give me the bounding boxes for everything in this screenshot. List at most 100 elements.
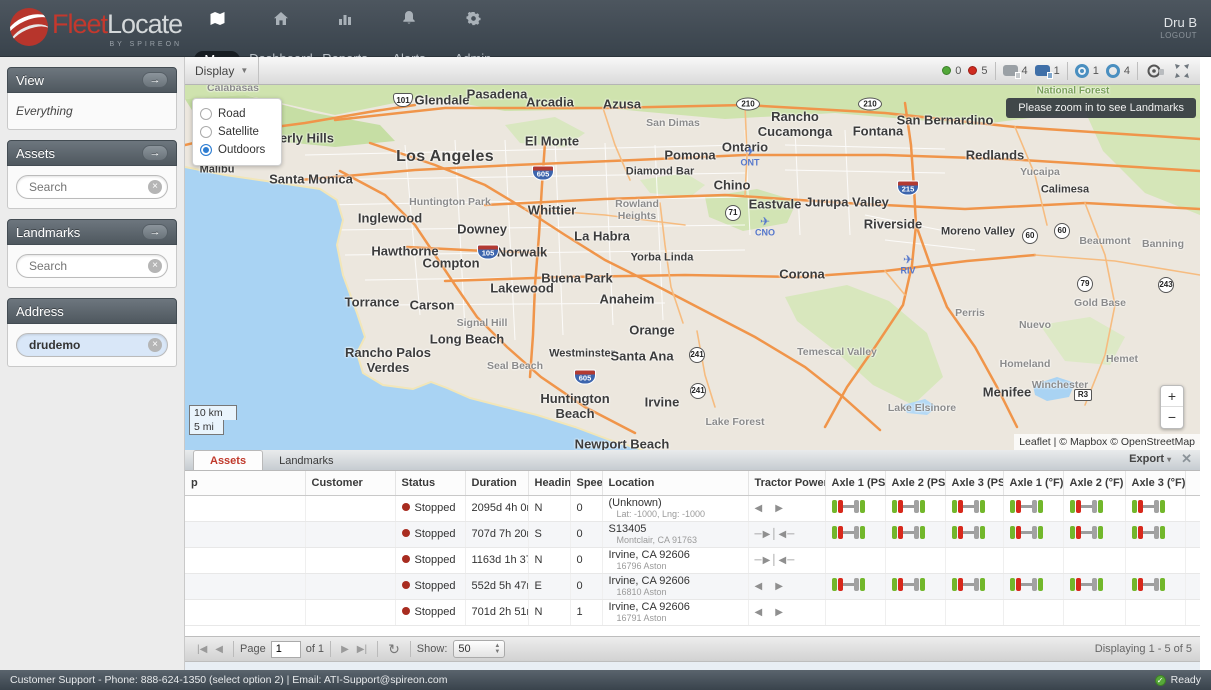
ready-label: Ready [1171,674,1201,686]
tractor-power-icon: ◀ ▶ [755,503,784,514]
page-size-select[interactable]: 50 ▲▼ [453,640,505,658]
counter-outline-ring[interactable]: 4 [1106,64,1130,78]
map-toolbar: Display▼ 054114 [185,57,1200,85]
column-header[interactable]: Customer [305,471,395,495]
view-section-title: View [16,73,44,88]
status-dot-icon [402,555,410,563]
last-page-button[interactable]: ▶| [353,644,371,655]
landmarks-expand-button[interactable]: → [142,224,168,240]
axle-status-icon [1070,578,1103,591]
refresh-icon[interactable]: ↻ [384,641,404,658]
grid-header-row: pCustomerStatusDurationHeadingSpeedLocat… [185,471,1200,495]
assets-section: Assets → × [7,140,177,209]
view-selected-value[interactable]: Everything [16,104,73,118]
route-shield: 243 [1158,277,1174,293]
zoom-out-button[interactable]: − [1161,407,1183,428]
tab-landmarks[interactable]: Landmarks [263,451,349,470]
column-header[interactable]: Axle 1 (PSI) [825,471,885,495]
spinner-arrows-icon: ▲▼ [494,643,500,655]
logout-link[interactable]: LOGOUT [1160,31,1197,41]
asset-row[interactable]: Stopped701d 2h 51mN1Irvine, CA 926061679… [185,599,1200,625]
collapse-grid-icon[interactable]: ✕ [1181,451,1192,467]
axle-status-icon [1132,578,1165,591]
assets-section-title: Assets [16,146,55,161]
column-header[interactable]: Status [395,471,465,495]
column-header[interactable] [1185,471,1200,495]
column-header[interactable]: Duration [465,471,528,495]
map-canvas[interactable]: CalabasasGlendalePasadenaArcadiaAzusaSan… [185,85,1200,450]
grid-pager: |◀ ◀ Page of 1 ▶ ▶| ↻ Show: 50 ▲▼ Displa… [185,636,1200,662]
scale-km: 10 km [189,405,237,420]
fleetlocate-logo[interactable]: FleetLocate BY SPIREON [10,8,185,48]
tractor-power-icon: ◀ ▶ [755,607,784,618]
scale-mi: 5 mi [189,420,224,435]
asset-row[interactable]: Stopped2095d 4h 0mN0(Unknown)Lat: -1000,… [185,495,1200,521]
expand-map-icon[interactable] [1172,61,1192,81]
landmarks-search-clear-icon[interactable]: × [148,259,162,273]
layer-option-outdoors[interactable]: Outdoors [200,141,274,159]
axle-status-icon [832,500,865,513]
column-header[interactable]: Heading [528,471,570,495]
axle-status-icon [1132,526,1165,539]
counter-green-dot[interactable]: 0 [942,65,961,77]
page-number-input[interactable] [271,641,301,658]
column-header[interactable]: Axle 2 (PSI) [885,471,945,495]
brand-fleet: Fleet [52,9,107,39]
asset-row[interactable]: Stopped552d 5h 47mE0Irvine, CA 926061681… [185,573,1200,599]
prev-page-button[interactable]: ◀ [211,644,227,655]
column-header[interactable]: p [185,471,305,495]
route-shield: 210 [736,98,760,111]
address-section: Address × [7,298,177,367]
tab-assets[interactable]: Assets [193,450,263,470]
column-header[interactable]: Tractor Power [748,471,825,495]
ready-status: ✓ Ready [1155,674,1201,686]
target-tool-icon[interactable] [1145,61,1165,81]
next-page-button[interactable]: ▶ [337,644,353,655]
bottom-strip [185,662,1200,670]
display-menu-button[interactable]: Display▼ [185,57,259,84]
main-panel: Display▼ 054114 [185,57,1200,670]
counter-blue-bubble[interactable]: 1 [1035,65,1060,77]
column-header[interactable]: Location [602,471,748,495]
zoom-in-button[interactable]: + [1161,386,1183,407]
address-input[interactable] [16,333,168,357]
layer-option-satellite[interactable]: Satellite [200,123,274,141]
column-header[interactable]: Axle 1 (°F) [1003,471,1063,495]
view-expand-button[interactable]: → [142,72,168,88]
axle-status-icon [1010,526,1043,539]
export-button[interactable]: Export ▾ [1129,453,1171,465]
column-header[interactable]: Speed [570,471,602,495]
fleetlocate-app: FleetLocate BY SPIREON MapDashboardRepor… [0,0,1211,690]
column-header[interactable]: Axle 2 (°F) [1063,471,1125,495]
assets-expand-button[interactable]: → [142,145,168,161]
counter-red-dot[interactable]: 5 [968,65,987,77]
layer-option-road[interactable]: Road [200,105,274,123]
grid-tab-bar: Assets Landmarks Export ▾ ✕ [185,450,1200,471]
tractor-power-icon: ◀ ▶ [755,581,784,592]
map-scale: 10 km 5 mi [189,405,237,435]
axle-status-icon [1070,500,1103,513]
map-attribution[interactable]: Leaflet | © Mapbox © OpenStreetMap [1014,434,1200,450]
brand-tagline: BY SPIREON [52,41,182,48]
asset-row[interactable]: Stopped707d 7h 20mS0S13405Montclair, CA … [185,521,1200,547]
axle-status-icon [952,578,985,591]
counter-filled-ring[interactable]: 1 [1075,64,1099,78]
radio-icon [200,108,212,120]
tractor-power-icon: ─▶│◀─ [755,529,796,540]
tractor-power-icon: ─▶│◀─ [755,555,796,566]
axle-status-icon [892,578,925,591]
left-sidebar: View → Everything Assets → × Landmarks →… [0,57,185,670]
asset-row[interactable]: Stopped1163d 1h 37mN0Irvine, CA 92606167… [185,547,1200,573]
map-layer-panel: RoadSatelliteOutdoors [192,98,282,166]
ready-check-icon: ✓ [1155,675,1166,686]
address-clear-icon[interactable]: × [148,338,162,352]
counter-gray-bubble[interactable]: 4 [1003,65,1028,77]
first-page-button[interactable]: |◀ [193,644,211,655]
column-header[interactable]: Axle 3 (°F) [1125,471,1185,495]
caret-down-icon: ▼ [240,66,248,75]
assets-search-clear-icon[interactable]: × [148,180,162,194]
assets-search-input[interactable] [16,175,168,199]
landmarks-search-input[interactable] [16,254,168,278]
column-header[interactable]: Axle 3 (PSI) [945,471,1003,495]
map-zoom-control: + − [1160,385,1184,429]
